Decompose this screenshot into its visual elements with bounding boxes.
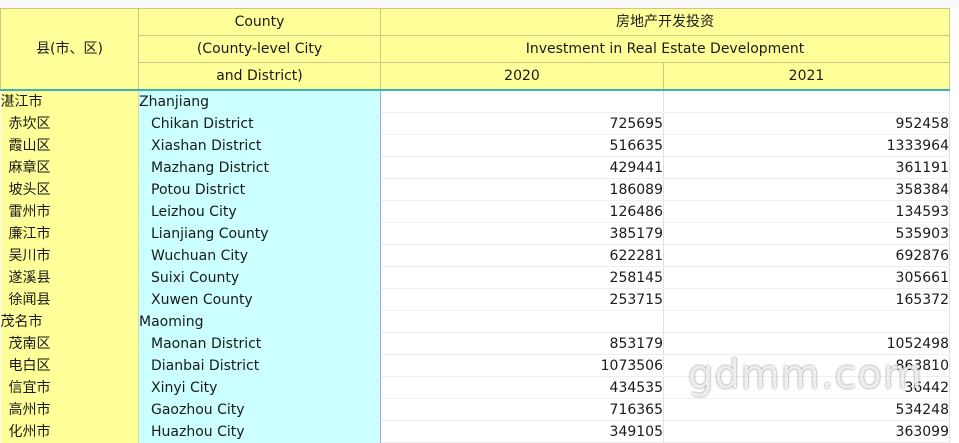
row-value-2020: 716365	[380, 398, 664, 421]
row-value-2021: 952458	[663, 112, 950, 135]
row-value-2020: 516635	[380, 134, 664, 157]
row-name-en: Zhanjiang	[138, 90, 381, 113]
row-name-en: Potou District	[138, 178, 381, 201]
table-row: 雷州市 Leizhou City 126486 134593	[0, 200, 950, 223]
table-row: 化州市 Huazhou City 349105 363099	[0, 420, 950, 443]
row-name-zh: 坡头区	[0, 178, 139, 201]
table-row: 吴川市 Wuchuan City 622281 692876	[0, 244, 950, 267]
row-name-en: Mazhang District	[138, 156, 381, 179]
table-row: 坡头区 Potou District 186089 358384	[0, 178, 950, 201]
table-group-row: 湛江市 Zhanjiang	[0, 90, 950, 113]
row-name-en: Maonan District	[138, 332, 381, 355]
row-name-zh: 茂名市	[0, 310, 139, 333]
row-value-2020: 126486	[380, 200, 664, 223]
row-value-2020: 349105	[380, 420, 664, 443]
row-name-en: Xinyi City	[138, 376, 381, 399]
row-value-2020	[380, 310, 664, 333]
row-value-2021: 534248	[663, 398, 950, 421]
table-row: 遂溪县 Suixi County 258145 305661	[0, 266, 950, 289]
row-name-en: Chikan District	[138, 112, 381, 135]
row-name-zh: 麻章区	[0, 156, 139, 179]
header-metric-en: Investment in Real Estate Development	[380, 35, 950, 63]
row-value-2021: 361191	[663, 156, 950, 179]
row-name-zh: 高州市	[0, 398, 139, 421]
table-row: 赤坎区 Chikan District 725695 952458	[0, 112, 950, 135]
row-value-2020: 725695	[380, 112, 664, 135]
row-value-2021: 535903	[663, 222, 950, 245]
row-name-zh: 茂南区	[0, 332, 139, 355]
row-value-2020: 385179	[380, 222, 664, 245]
row-name-en: Xiashan District	[138, 134, 381, 157]
row-name-en: Huazhou City	[138, 420, 381, 443]
row-value-2020: 258145	[380, 266, 664, 289]
row-name-zh: 徐闻县	[0, 288, 139, 311]
row-value-2020	[380, 90, 664, 113]
table-row: 麻章区 Mazhang District 429441 361191	[0, 156, 950, 179]
row-name-en: Maoming	[138, 310, 381, 333]
header-county-en-3: and District)	[138, 62, 381, 91]
row-value-2021: 358384	[663, 178, 950, 201]
row-name-en: Suixi County	[138, 266, 381, 289]
row-value-2021: 134593	[663, 200, 950, 223]
row-value-2020: 429441	[380, 156, 664, 179]
row-name-zh: 信宜市	[0, 376, 139, 399]
row-name-en: Xuwen County	[138, 288, 381, 311]
row-value-2020: 186089	[380, 178, 664, 201]
table-row: 霞山区 Xiashan District 516635 1333964	[0, 134, 950, 157]
row-name-zh: 赤坎区	[0, 112, 139, 135]
row-name-zh: 湛江市	[0, 90, 139, 113]
row-name-en: Dianbai District	[138, 354, 381, 377]
row-name-zh: 霞山区	[0, 134, 139, 157]
row-name-en: Gaozhou City	[138, 398, 381, 421]
row-value-2020: 622281	[380, 244, 664, 267]
header-year-2020: 2020	[380, 62, 664, 91]
header-county-en-1: County	[138, 8, 381, 36]
row-name-en: Lianjiang County	[138, 222, 381, 245]
row-name-zh: 雷州市	[0, 200, 139, 223]
table-row: 高州市 Gaozhou City 716365 534248	[0, 398, 950, 421]
row-value-2021	[663, 310, 950, 333]
row-name-zh: 化州市	[0, 420, 139, 443]
row-value-2020: 434535	[380, 376, 664, 399]
row-value-2021: 165372	[663, 288, 950, 311]
table-row: 廉江市 Lianjiang County 385179 535903	[0, 222, 950, 245]
row-name-zh: 电白区	[0, 354, 139, 377]
row-value-2020: 253715	[380, 288, 664, 311]
row-value-2021: 1333964	[663, 134, 950, 157]
header-metric-zh: 房地产开发投资	[380, 8, 950, 36]
row-value-2020: 853179	[380, 332, 664, 355]
header-county-zh: 县(市、区)	[0, 8, 139, 91]
table-row: 徐闻县 Xuwen County 253715 165372	[0, 288, 950, 311]
row-value-2020: 1073506	[380, 354, 664, 377]
header-county-en-2: (County-level City	[138, 35, 381, 63]
row-name-en: Leizhou City	[138, 200, 381, 223]
watermark-logo: gdmm.com	[688, 352, 923, 398]
row-name-en: Wuchuan City	[138, 244, 381, 267]
row-value-2021: 363099	[663, 420, 950, 443]
row-name-zh: 吴川市	[0, 244, 139, 267]
row-name-zh: 廉江市	[0, 222, 139, 245]
row-value-2021	[663, 90, 950, 113]
header-year-2021: 2021	[663, 62, 950, 91]
row-value-2021: 692876	[663, 244, 950, 267]
table-group-row: 茂名市 Maoming	[0, 310, 950, 333]
row-name-zh: 遂溪县	[0, 266, 139, 289]
row-value-2021: 305661	[663, 266, 950, 289]
top-cropped-strip	[0, 0, 959, 8]
